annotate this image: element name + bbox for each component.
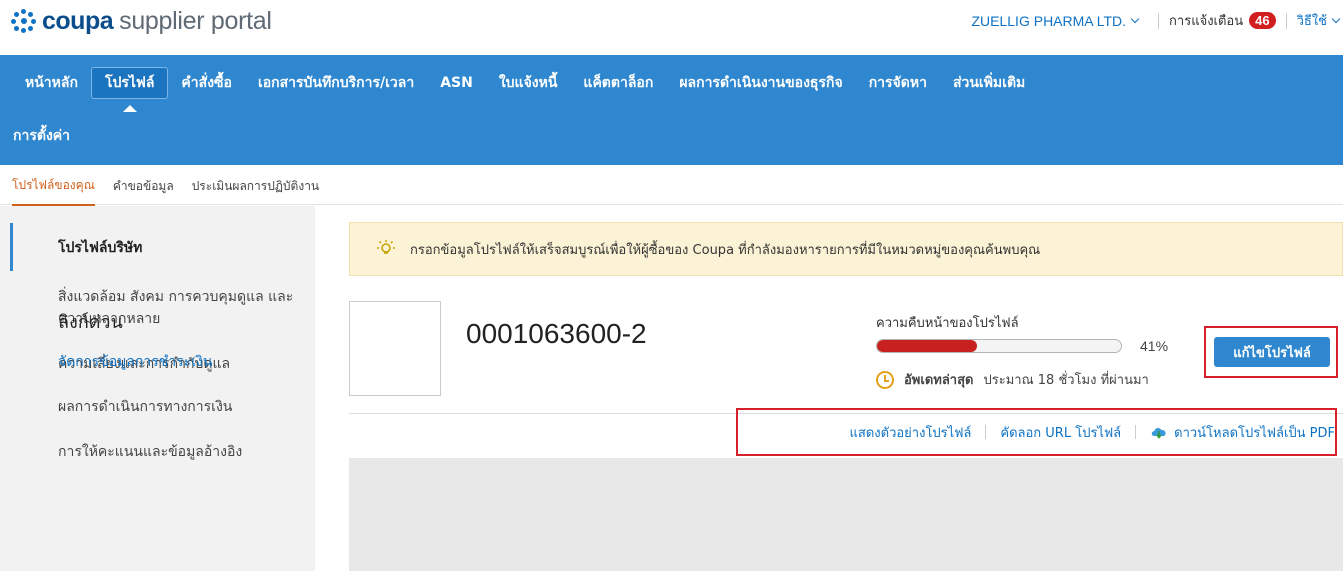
nav-catalogs[interactable]: แค็ตตาล็อก	[570, 67, 666, 99]
lightbulb-icon	[377, 240, 395, 254]
company-selector[interactable]: ZUELLIG PHARMA LTD.	[971, 13, 1126, 29]
sidebar-item-ratings-references[interactable]: การให้คะแนนและข้อมูลอ้างอิง	[58, 441, 298, 463]
edit-profile-highlight: แก้ไขโปรไฟล์	[1204, 326, 1338, 378]
profile-progress-fill	[877, 340, 978, 352]
tab-your-profile[interactable]: โปรไฟล์ของคุณ	[12, 164, 95, 206]
supplier-id: 0001063600-2	[466, 318, 647, 349]
nav-orders[interactable]: คำสั่งซื้อ	[168, 67, 245, 99]
edit-profile-button[interactable]: แก้ไขโปรไฟล์	[1214, 337, 1330, 367]
last-updated-label: อัพเดทล่าสุด	[904, 373, 974, 388]
divider	[1285, 12, 1287, 29]
coupa-logo[interactable]: coupa supplier portal	[10, 6, 272, 36]
divider	[1135, 425, 1137, 439]
clock-icon	[876, 370, 894, 389]
profile-subnav: โปรไฟล์ของคุณ คำขอข้อมูล ประเมินผลการปฏิ…	[0, 164, 1343, 206]
notifications-count-badge[interactable]: 46	[1249, 12, 1276, 29]
nav-asn[interactable]: ASN	[427, 67, 486, 99]
last-updated: อัพเดทล่าสุด ประมาณ 18 ชั่วโมง ที่ผ่านมา	[876, 369, 1149, 390]
logo-brand-text: coupa	[42, 6, 114, 35]
sidebar-active-indicator	[10, 223, 13, 271]
nav-home[interactable]: หน้าหลัก	[12, 67, 91, 99]
notifications-link[interactable]: การแจ้งเตือน	[1169, 10, 1243, 31]
nav-row: การตั้งค่า	[0, 108, 83, 163]
download-profile-pdf-link[interactable]: ดาวน์โหลดโปรไฟล์เป็น PDF	[1174, 422, 1335, 443]
copy-profile-url-link[interactable]: คัดลอก URL โปรไฟล์	[1000, 422, 1121, 443]
profile-progress-bar	[876, 339, 1122, 353]
coupa-logo-icon	[10, 7, 38, 35]
profile-progress-title: ความคืบหน้าของโปรไฟล์	[876, 316, 1019, 331]
company-logo-placeholder[interactable]	[349, 301, 441, 396]
last-updated-value: ประมาณ 18 ชั่วโมง ที่ผ่านมา	[983, 373, 1149, 388]
nav-service-time-sheets[interactable]: เอกสารบันทึกบริการ/เวลา	[245, 67, 427, 99]
nav-add-ons[interactable]: ส่วนเพิ่มเติม	[940, 67, 1038, 99]
sidebar	[0, 206, 315, 571]
top-right-menu: ZUELLIG PHARMA LTD. การแจ้งเตือน 46 วิธี…	[971, 10, 1343, 31]
main-navigation: หน้าหลัก โปรไฟล์ คำสั่งซื้อ เอกสารบันทึก…	[0, 55, 1343, 165]
top-header: coupa supplier portal ZUELLIG PHARMA LTD…	[0, 0, 1343, 44]
chevron-down-icon[interactable]	[1331, 14, 1341, 24]
cloud-download-icon[interactable]	[1150, 425, 1168, 439]
logo-product-text: supplier portal	[119, 6, 272, 35]
help-menu[interactable]: วิธีใช้	[1297, 10, 1327, 31]
nav-setup[interactable]: การตั้งค่า	[0, 120, 83, 152]
sidebar-item-company-profile[interactable]: โปรไฟล์บริษัท	[58, 237, 298, 259]
sidebar-item-financial-performance[interactable]: ผลการดำเนินการทางการเงิน	[58, 396, 298, 418]
profile-progress-percent: 41%	[1140, 338, 1169, 354]
tip-text: กรอกข้อมูลโปรไฟล์ให้เสร็จสมบูรณ์เพื่อให้…	[410, 242, 1041, 258]
profile-actions-highlight: แสดงตัวอย่างโปรไฟล์ คัดลอก URL โปรไฟล์ ด…	[736, 408, 1337, 456]
tab-performance-evaluation[interactable]: ประเมินผลการปฏิบัติงาน	[192, 165, 319, 205]
chevron-down-icon[interactable]	[1130, 14, 1140, 24]
nav-business-performance[interactable]: ผลการดำเนินงานของธุรกิจ	[666, 67, 855, 99]
nav-profile[interactable]: โปรไฟล์	[90, 66, 169, 112]
tab-information-requests[interactable]: คำขอข้อมูล	[113, 165, 174, 205]
profile-content-area	[349, 458, 1343, 571]
nav-sourcing[interactable]: การจัดหา	[856, 67, 940, 99]
nav-invoices[interactable]: ใบแจ้งหนี้	[486, 67, 571, 99]
quick-links-heading: ลิงก์ด่วน	[58, 312, 123, 333]
profile-tip-banner: กรอกข้อมูลโปรไฟล์ให้เสร็จสมบูรณ์เพื่อให้…	[349, 222, 1343, 276]
manage-payment-info-link[interactable]: จัดการข้อมูลการชำระเงิน	[58, 351, 212, 373]
divider	[1158, 12, 1160, 29]
preview-profile-link[interactable]: แสดงตัวอย่างโปรไฟล์	[850, 422, 972, 443]
divider	[985, 425, 987, 439]
nav-row: หน้าหลัก โปรไฟล์ คำสั่งซื้อ เอกสารบันทึก…	[0, 55, 1038, 112]
